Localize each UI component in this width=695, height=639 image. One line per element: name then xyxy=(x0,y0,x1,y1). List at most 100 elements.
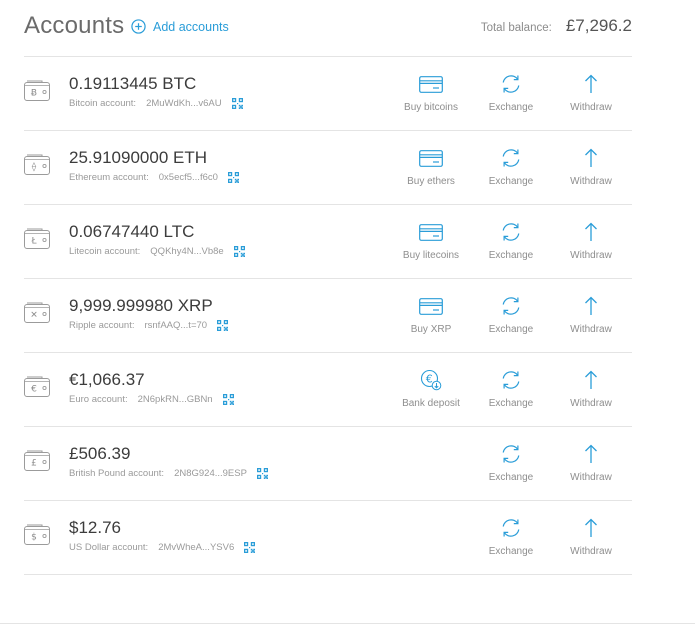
buy-label: Buy ethers xyxy=(407,176,455,187)
exchange-label: Exchange xyxy=(488,472,534,483)
exchange-label: Exchange xyxy=(488,176,534,187)
qr-code-icon xyxy=(227,172,239,183)
arrow-up-icon xyxy=(585,518,597,537)
withdraw-label: Withdraw xyxy=(570,250,612,261)
wallet-icon: Ł xyxy=(24,228,50,249)
buy-button[interactable]: € Bank deposit xyxy=(391,368,471,409)
exchange-arrows-icon xyxy=(502,445,520,463)
account-row: Ƀ 0.19113445 BTC Bitcoin account: 2MuWdK… xyxy=(24,57,632,131)
qr-code-button[interactable] xyxy=(244,542,256,553)
qr-code-icon xyxy=(217,320,229,331)
qr-code-icon xyxy=(222,394,234,405)
exchange-button[interactable]: Exchange xyxy=(471,72,551,113)
account-amount: 25.91090000 ETH xyxy=(69,148,207,167)
exchange-arrows-icon xyxy=(502,297,520,315)
page-title: Accounts xyxy=(24,12,125,39)
withdraw-button[interactable]: Withdraw xyxy=(551,294,631,335)
wallet-icon: ✕ xyxy=(24,302,50,323)
account-row: ⟠ 25.91090000 ETH Ethereum account: 0x5e… xyxy=(24,131,632,205)
credit-card-icon xyxy=(419,297,443,315)
withdraw-button[interactable]: Withdraw xyxy=(551,368,631,409)
account-address: 0x5ecf5...f6c0 xyxy=(158,172,218,183)
exchange-button[interactable]: Exchange xyxy=(471,146,551,187)
header: Accounts Add accounts Total balance: £7,… xyxy=(24,10,632,46)
credit-card-icon xyxy=(419,75,443,93)
account-address: 2MvWheA...YSV6 xyxy=(158,542,235,553)
exchange-button[interactable]: Exchange xyxy=(471,516,551,557)
currency-symbol: $ xyxy=(31,533,37,543)
wallet-icon: £ xyxy=(24,450,50,471)
currency-symbol: ⟠ xyxy=(32,162,37,173)
account-label: British Pound account: xyxy=(69,468,165,479)
account-address: 2N8G924...9ESP xyxy=(174,468,247,479)
qr-code-button[interactable] xyxy=(231,98,243,109)
account-row: ✕ 9,999.999980 XRP Ripple account: rsnfA… xyxy=(24,279,632,353)
withdraw-button[interactable]: Withdraw xyxy=(551,72,631,113)
withdraw-button[interactable]: Withdraw xyxy=(551,516,631,557)
exchange-button[interactable]: Exchange xyxy=(471,442,551,483)
account-address: rsnfAAQ...t=70 xyxy=(144,320,208,331)
qr-code-icon xyxy=(233,246,245,257)
currency-symbol: Ł xyxy=(30,237,37,247)
total-balance: Total balance: £7,296.2 xyxy=(481,16,632,36)
buy-button[interactable]: Buy litecoins xyxy=(391,220,471,261)
account-label: US Dollar account: xyxy=(69,542,149,553)
account-info: US Dollar account: 2MvWheA...YSV6 xyxy=(69,542,256,553)
exchange-label: Exchange xyxy=(488,250,534,261)
buy-button[interactable]: Buy XRP xyxy=(391,294,471,335)
exchange-arrows-icon xyxy=(502,149,520,167)
account-address: QQKhy4N...Vb8e xyxy=(150,246,224,257)
wallet-icon: ⟠ xyxy=(24,154,50,175)
arrow-up-icon xyxy=(585,74,597,93)
qr-code-button[interactable] xyxy=(217,320,229,331)
exchange-label: Exchange xyxy=(488,324,534,335)
arrow-up-icon xyxy=(585,296,597,315)
account-row: € €1,066.37 Euro account: 2N6pkRN...GBNn… xyxy=(24,353,632,427)
exchange-button[interactable]: Exchange xyxy=(471,220,551,261)
buy-button[interactable]: Buy ethers xyxy=(391,146,471,187)
total-balance-value: £7,296.2 xyxy=(565,16,632,35)
account-info: Ethereum account: 0x5ecf5...f6c0 xyxy=(69,172,239,183)
withdraw-button[interactable]: Withdraw xyxy=(551,146,631,187)
wallet-icon-wrap: $ xyxy=(24,523,51,551)
plus-circle-icon xyxy=(131,19,146,34)
withdraw-label: Withdraw xyxy=(570,546,612,557)
credit-card-icon xyxy=(419,223,443,241)
account-amount: €1,066.37 xyxy=(69,370,145,389)
account-amount: 0.06747440 LTC xyxy=(69,222,195,241)
qr-code-button[interactable] xyxy=(233,246,245,257)
exchange-arrows-icon xyxy=(502,519,520,537)
wallet-icon: € xyxy=(24,376,50,397)
credit-card-icon xyxy=(419,149,443,167)
account-info: Litecoin account: QQKhy4N...Vb8e xyxy=(69,246,245,257)
buy-label: Buy bitcoins xyxy=(404,102,458,113)
exchange-label: Exchange xyxy=(488,102,534,113)
account-amount: £506.39 xyxy=(69,444,131,463)
exchange-button[interactable]: Exchange xyxy=(471,368,551,409)
arrow-up-icon xyxy=(585,370,597,389)
total-balance-label: Total balance: xyxy=(480,22,552,34)
currency-symbol: € xyxy=(31,385,37,395)
account-label: Bitcoin account: xyxy=(69,98,137,109)
withdraw-label: Withdraw xyxy=(570,472,612,483)
qr-code-button[interactable] xyxy=(222,394,234,405)
qr-code-icon xyxy=(244,542,256,553)
qr-code-button[interactable] xyxy=(227,172,239,183)
exchange-button[interactable]: Exchange xyxy=(471,294,551,335)
exchange-arrows-icon xyxy=(502,371,520,389)
account-label: Litecoin account: xyxy=(69,246,141,257)
arrow-up-icon xyxy=(585,444,597,463)
account-row: Ł 0.06747440 LTC Litecoin account: QQKhy… xyxy=(24,205,632,279)
withdraw-button[interactable]: Withdraw xyxy=(551,442,631,483)
withdraw-button[interactable]: Withdraw xyxy=(551,220,631,261)
account-label: Ethereum account: xyxy=(69,172,149,183)
buy-label: Buy XRP xyxy=(410,324,452,335)
qr-code-button[interactable] xyxy=(256,468,268,479)
account-address: 2N6pkRN...GBNn xyxy=(137,394,213,405)
accounts-list: Ƀ 0.19113445 BTC Bitcoin account: 2MuWdK… xyxy=(24,56,632,575)
wallet-icon-wrap: £ xyxy=(24,449,51,477)
add-accounts-button[interactable]: Add accounts xyxy=(131,19,229,34)
qr-code-icon xyxy=(231,98,243,109)
buy-button[interactable]: Buy bitcoins xyxy=(391,72,471,113)
arrow-up-icon xyxy=(585,148,597,167)
